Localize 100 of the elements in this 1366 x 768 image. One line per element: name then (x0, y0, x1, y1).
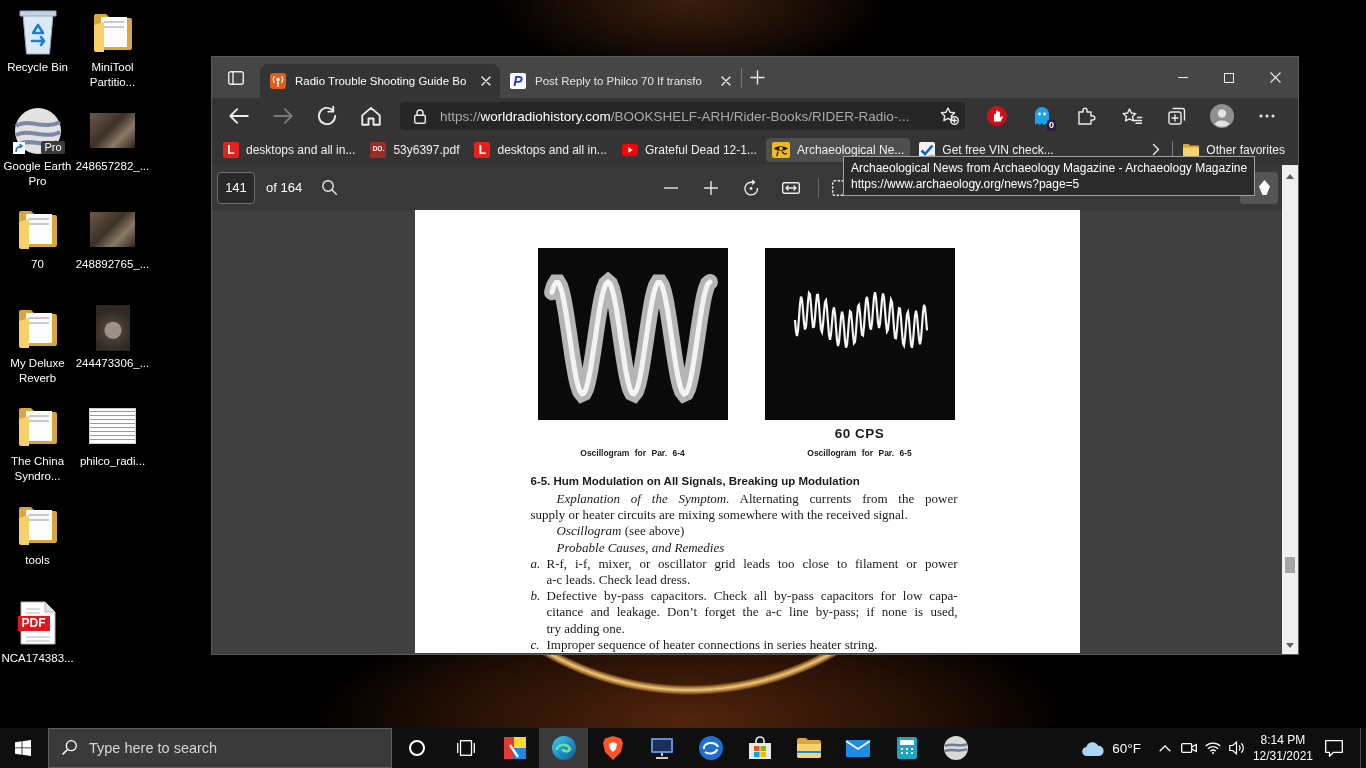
search-icon (62, 740, 77, 755)
zoom-out-icon[interactable] (664, 186, 679, 189)
desktop-icon-label[interactable]: 70 (31, 257, 44, 272)
search-icon[interactable] (322, 180, 338, 195)
desktop-icon-label[interactable]: Recycle Bin (7, 60, 68, 75)
pen-icon (1259, 180, 1270, 195)
broadcast-icon (270, 73, 286, 89)
paragraph: Explanation of the Symptom. Alternating currents from the power supply or heater circuits are mixing somewhere with the received signal. (530, 491, 958, 524)
bookmark[interactable]: Archaeological Ne... (765, 137, 911, 162)
page-number-field[interactable]: 141 (217, 171, 255, 204)
envelope-icon (845, 739, 870, 757)
folder-icon[interactable] (17, 209, 58, 249)
speaker-icon[interactable] (1228, 741, 1245, 755)
close-tab-icon[interactable] (721, 76, 731, 86)
color-blocks-icon (503, 737, 526, 759)
close-tab-icon[interactable] (481, 76, 491, 86)
add-favorite-icon[interactable] (940, 107, 959, 125)
bookmark-folder[interactable]: Other favorites (1177, 137, 1291, 162)
taskbar-button[interactable] (539, 728, 588, 768)
bookmark[interactable]: L desktops and all in... (217, 137, 362, 162)
desktop-icon-label[interactable]: philco_radi... (79, 454, 146, 469)
photo-thumbnail[interactable] (90, 113, 135, 148)
page-view-icon[interactable] (832, 179, 845, 196)
figure-caption: Oscillogram for Par. 6-4 (580, 448, 685, 459)
scrollbar-thumb[interactable] (1285, 557, 1295, 573)
puzzle-icon[interactable] (1078, 107, 1096, 125)
rotate-icon[interactable] (743, 179, 760, 196)
task-view-icon (456, 740, 475, 756)
wifi-icon[interactable] (1204, 742, 1221, 754)
list-item: b. Defective by-pass capacitors. Check all by-pass capacitors for low capa- citance and leakage. Don’t forget the a-c line by-pass; if none is used, try adding one. (530, 588, 958, 637)
scrollbar[interactable] (1282, 165, 1298, 654)
shopping-bag-icon (748, 737, 771, 759)
scroll-up-icon[interactable] (1286, 174, 1294, 179)
close-icon[interactable] (1269, 72, 1281, 83)
shield-icon (602, 736, 623, 760)
tooltip-url: https://www.archaeology.org/news?page=5 (851, 176, 1080, 192)
search-field[interactable]: Type here to search (48, 728, 392, 768)
figure-label: 60 CPS (834, 426, 885, 441)
swirl-icon (551, 736, 576, 760)
browser-tab[interactable]: P Post Reply to Philco 70 If transfo (500, 64, 740, 98)
maximize-icon[interactable] (1224, 72, 1234, 83)
list-item: c. Improper sequence of heater connections in series heater string. (530, 636, 878, 654)
tooltip-title: Archaeological News from Archaeology Magazine - Archaeology Magazine (851, 160, 1248, 176)
refresh-icon[interactable] (317, 106, 337, 126)
circle-icon (408, 740, 425, 756)
favorites-icon[interactable] (1122, 108, 1142, 124)
hand-icon[interactable] (987, 106, 1007, 126)
tab-actions-icon[interactable] (228, 69, 244, 86)
folder-icon[interactable] (17, 406, 58, 446)
zoom-in-icon[interactable] (704, 180, 719, 195)
chevron-up-icon[interactable] (1158, 744, 1171, 752)
folder-icon (796, 738, 821, 758)
desktop-icon-label[interactable]: MiniTool Partitio... (73, 60, 152, 90)
desktop-icon-label[interactable]: tools (25, 552, 50, 568)
desktop-icon-label[interactable]: 248892765_... (75, 257, 150, 272)
ghost-icon[interactable] (1034, 107, 1050, 125)
figure-caption: Oscillogram for Par. 6-5 (807, 448, 912, 459)
scroll-down-icon[interactable] (1286, 643, 1294, 648)
folder-icon[interactable] (92, 12, 133, 52)
folder-icon (1183, 143, 1200, 156)
desktop-icon-label[interactable]: The China Syndro... (0, 454, 77, 484)
clock-date[interactable]: 12/31/2021 (1252, 748, 1313, 764)
desktop-icon-label[interactable]: My Deluxe Reverb (0, 355, 77, 386)
collections-icon[interactable] (1168, 107, 1186, 125)
recycle-bin-icon[interactable] (18, 9, 57, 55)
browser-tab[interactable]: Radio Trouble Shooting Guide Bo (260, 64, 500, 98)
desktop-icon-label[interactable]: Google Earth Pro (0, 158, 77, 189)
chevron-right-icon[interactable] (1153, 144, 1160, 155)
notifications-icon[interactable] (1325, 739, 1343, 757)
more-icon[interactable] (1259, 114, 1275, 118)
eye-icon (771, 141, 790, 158)
address-bar[interactable]: https://worldradiohistory.com/BOOKSHELF-ARH/Rider-Books/RIDER-Radio-... (400, 102, 965, 130)
windows-logo-icon[interactable] (15, 740, 31, 756)
clock-time[interactable]: 8:14 PM (1260, 732, 1306, 748)
folder-icon[interactable] (17, 307, 58, 348)
camera-icon[interactable] (1180, 742, 1197, 754)
folder-icon[interactable] (17, 504, 58, 545)
back-arrow-icon[interactable] (229, 106, 249, 126)
calculator-icon (896, 737, 917, 759)
desktop-icon-label[interactable]: 248657282_... (75, 158, 150, 174)
orb-icon (698, 736, 723, 760)
photo-thumbnail[interactable] (95, 304, 130, 351)
fit-width-icon[interactable] (782, 181, 801, 194)
cloud-icon (1082, 740, 1105, 756)
globe-icon (943, 736, 968, 760)
bookmark[interactable]: Grateful Dead 12-1... (615, 137, 763, 162)
schematic-thumbnail[interactable] (90, 409, 135, 443)
paragraph: Oscillogram (see above) (556, 523, 685, 540)
lock-icon[interactable] (414, 108, 426, 124)
bookmark[interactable]: L desktops and all in... (468, 137, 613, 162)
photo-thumbnail[interactable] (90, 211, 135, 247)
letter-logo: L (474, 141, 491, 158)
bookmark[interactable]: Get free VIN check... (913, 137, 1060, 162)
desktop-icon-label[interactable]: NCA174383... (1, 651, 74, 666)
weather-widget[interactable]: 60°F (1082, 740, 1141, 756)
new-tab-icon[interactable] (750, 71, 764, 84)
count-badge: 0 (1047, 120, 1056, 131)
home-icon[interactable] (361, 106, 381, 126)
desktop-icon-label[interactable]: 244473306_... (75, 355, 150, 371)
avatar-icon[interactable] (1210, 104, 1234, 128)
